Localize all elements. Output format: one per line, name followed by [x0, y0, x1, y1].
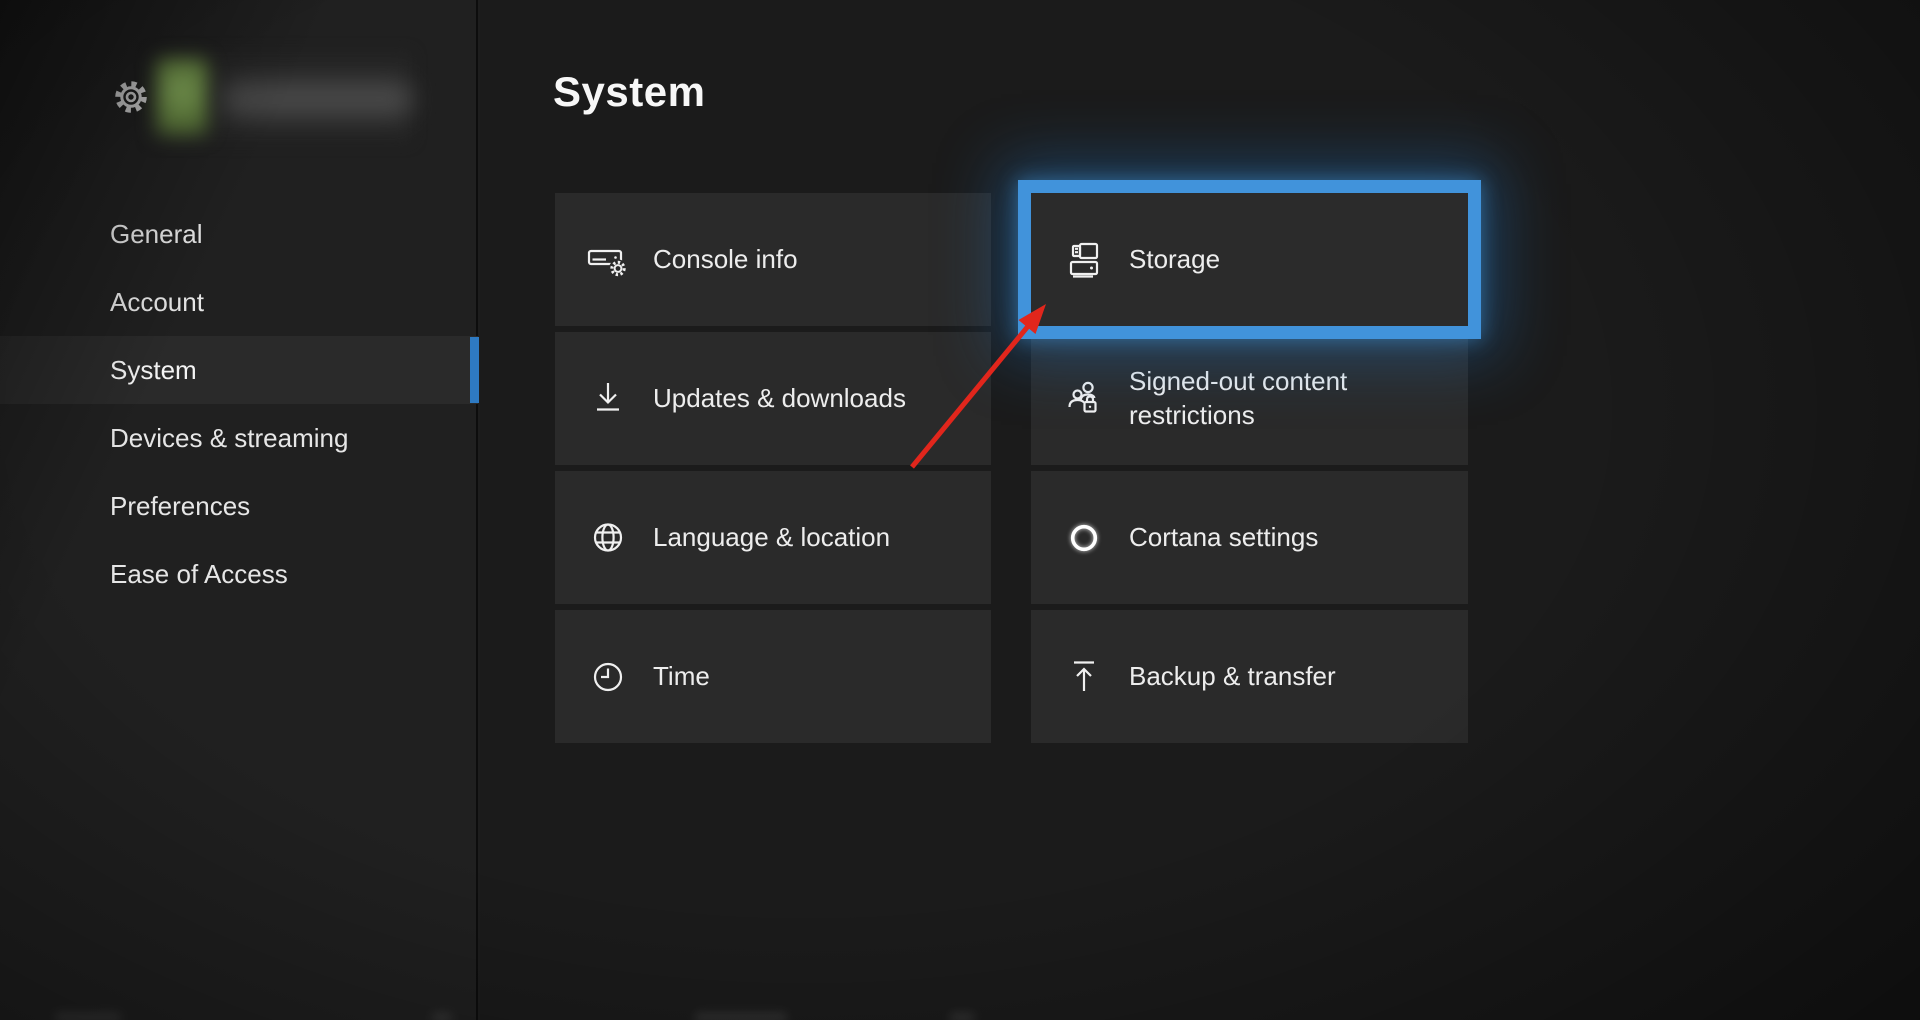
xbox-settings-screen: General Account System Devices & streami…: [0, 0, 1920, 1020]
tile-label: Updates & downloads: [653, 382, 906, 415]
sidebar-nav: General Account System Devices & streami…: [0, 200, 478, 608]
tile-label: Time: [653, 660, 710, 693]
tile-updates-downloads[interactable]: Updates & downloads: [555, 332, 991, 465]
tile-label: Cortana settings: [1129, 521, 1318, 554]
tile-label: Backup & transfer: [1129, 660, 1336, 693]
backup-icon: [1061, 654, 1107, 700]
gamertag-blurred: [222, 80, 412, 118]
tile-language-location[interactable]: Language & location: [555, 471, 991, 604]
tile-storage[interactable]: Storage: [1031, 193, 1468, 326]
cutoff-text-smudge: [432, 1013, 452, 1020]
cutoff-text-smudge: [695, 1013, 787, 1020]
globe-icon: [585, 515, 631, 561]
cutoff-text-smudge: [55, 1013, 121, 1020]
tile-label: Console info: [653, 243, 798, 276]
profile-header: [0, 0, 478, 160]
selection-indicator-bar: [470, 337, 479, 403]
clock-icon: [585, 654, 631, 700]
cutoff-text-smudge: [950, 1013, 974, 1020]
tile-label: Language & location: [653, 521, 890, 554]
tile-cortana-settings[interactable]: Cortana settings: [1031, 471, 1468, 604]
tile-backup-transfer[interactable]: Backup & transfer: [1031, 610, 1468, 743]
sidebar-item-ease-of-access[interactable]: Ease of Access: [0, 540, 478, 608]
sidebar-item-label: Devices & streaming: [110, 423, 348, 454]
tile-label: Storage: [1129, 243, 1220, 276]
sidebar-item-label: Preferences: [110, 491, 250, 522]
restrictions-icon: [1061, 376, 1107, 422]
avatar: [156, 58, 208, 136]
sidebar-item-preferences[interactable]: Preferences: [0, 472, 478, 540]
sidebar-item-system[interactable]: System: [0, 336, 478, 404]
page-title: System: [553, 68, 705, 116]
download-icon: [585, 376, 631, 422]
tile-signed-out-content-restrictions[interactable]: Signed-out content restrictions: [1031, 332, 1468, 465]
tile-label: Signed-out content restrictions: [1129, 365, 1391, 432]
sidebar-item-label: General: [110, 219, 203, 250]
sidebar-item-label: Account: [110, 287, 204, 318]
settings-sidebar: General Account System Devices & streami…: [0, 0, 478, 1020]
gear-icon: [111, 77, 151, 117]
sidebar-item-label: Ease of Access: [110, 559, 288, 590]
sidebar-item-general[interactable]: General: [0, 200, 478, 268]
sidebar-item-label: System: [110, 355, 197, 386]
settings-tile-grid: Console info Storage: [555, 193, 1468, 743]
sidebar-item-devices-streaming[interactable]: Devices & streaming: [0, 404, 478, 472]
console-info-icon: [585, 237, 631, 283]
settings-main-panel: System Console info: [480, 0, 1920, 1020]
tile-time[interactable]: Time: [555, 610, 991, 743]
cortana-icon: [1061, 515, 1107, 561]
tile-console-info[interactable]: Console info: [555, 193, 991, 326]
storage-icon: [1061, 237, 1107, 283]
sidebar-item-account[interactable]: Account: [0, 268, 478, 336]
